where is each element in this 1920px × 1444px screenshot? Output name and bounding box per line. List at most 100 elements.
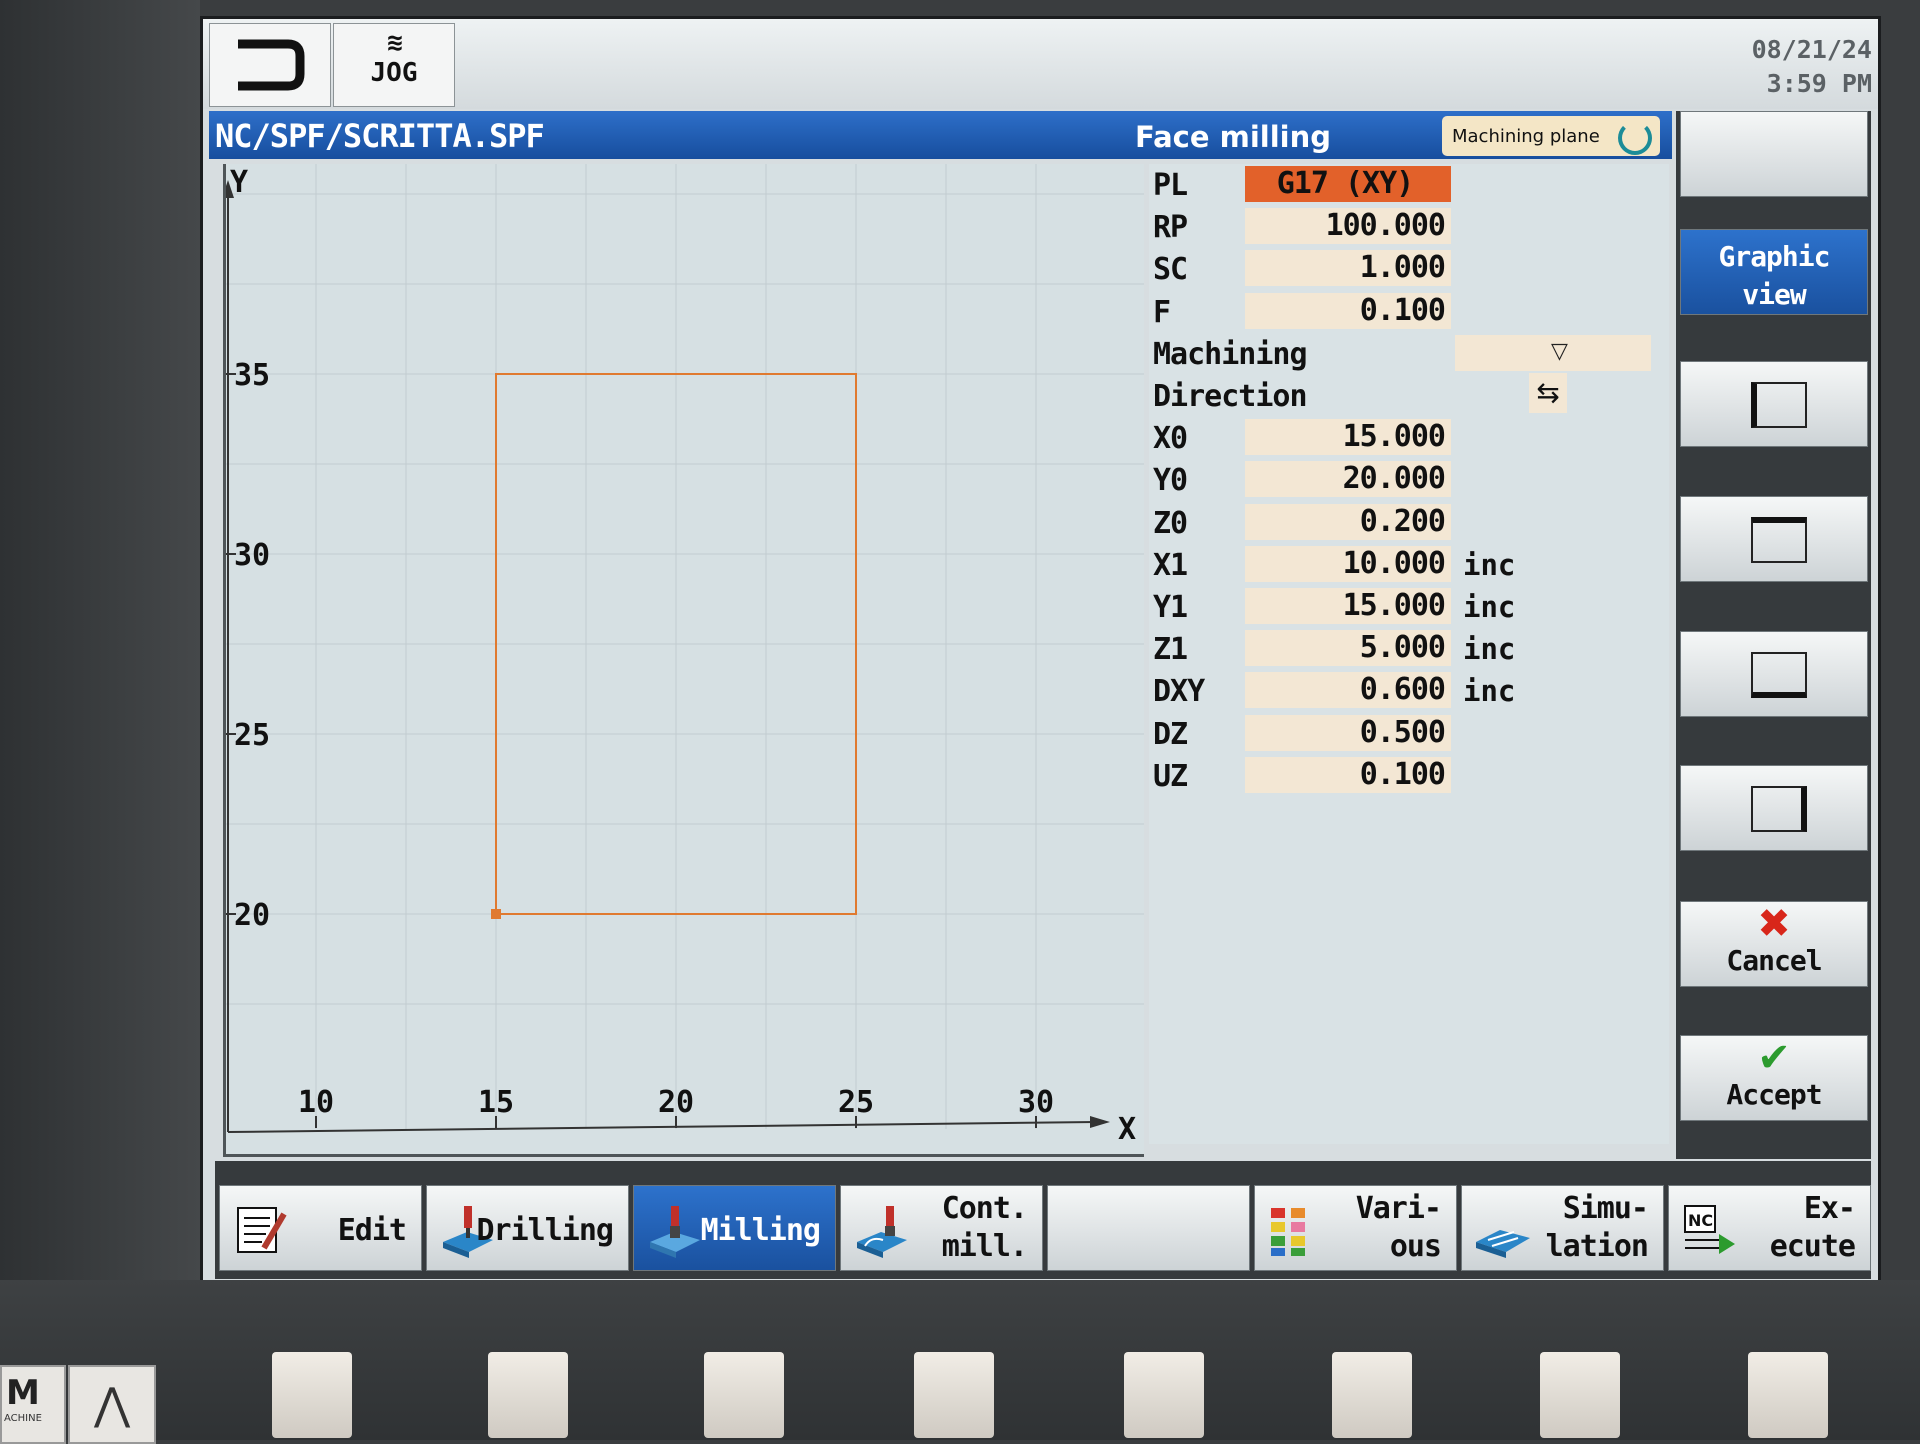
various-button[interactable]: Vari- ous xyxy=(1254,1185,1457,1271)
hardware-softkey-2[interactable] xyxy=(488,1352,568,1438)
hardware-softkey-4[interactable] xyxy=(914,1352,994,1438)
machining-plane-button[interactable]: Machining plane xyxy=(1442,116,1660,156)
param-row-sc: SC 1.000 xyxy=(1149,248,1669,288)
view-right-button[interactable] xyxy=(1680,765,1868,851)
param-name: RP xyxy=(1153,210,1188,246)
program-path: NC/SPF/SCRITTA.SPF xyxy=(215,117,545,155)
horizontal-softkey-bar: Edit Drilling Milling Cont. mill. Vari- … xyxy=(215,1161,1871,1279)
direction-toggle-icon[interactable]: ⇆ xyxy=(1529,373,1567,413)
start-point-marker xyxy=(491,909,501,919)
cancel-button[interactable]: ✖ Cancel xyxy=(1680,901,1868,987)
x-axis-label: X xyxy=(1118,1112,1136,1147)
param-row-y1: Y1 15.000 inc xyxy=(1149,586,1669,626)
param-name: DXY xyxy=(1153,674,1205,710)
param-value-field[interactable]: 10.000 xyxy=(1245,545,1451,582)
param-name: Z1 xyxy=(1153,632,1188,668)
view-bottom-icon xyxy=(1751,652,1807,698)
param-name: X1 xyxy=(1153,547,1188,583)
hardware-softkey-3[interactable] xyxy=(704,1352,784,1438)
monitor-bezel-left xyxy=(0,0,200,1440)
x-tick-label: 15 xyxy=(478,1085,514,1120)
machine-key[interactable]: M ACHINE xyxy=(0,1365,66,1444)
machining-dropdown[interactable]: ▽ xyxy=(1455,334,1651,371)
param-value-field[interactable]: 20.000 xyxy=(1245,461,1451,498)
param-value-field[interactable]: 0.600 xyxy=(1245,672,1451,709)
simulation-button[interactable]: Simu- lation xyxy=(1461,1185,1664,1271)
param-row-pl: PL G17 (XY) xyxy=(1149,164,1669,204)
view-right-icon xyxy=(1751,786,1807,832)
param-row-uz: UZ 0.100 xyxy=(1149,755,1669,795)
param-row-z0: Z0 0.200 xyxy=(1149,502,1669,542)
param-name: SC xyxy=(1153,252,1188,288)
param-name: DZ xyxy=(1153,716,1188,752)
param-name: Direction xyxy=(1153,379,1308,414)
hardware-softkey-5[interactable] xyxy=(1124,1352,1204,1438)
jog-mode-icon[interactable]: ≋ JOG xyxy=(333,23,455,107)
milling-button[interactable]: Milling xyxy=(633,1185,836,1271)
accept-label: Accept xyxy=(1726,1078,1822,1111)
vsoftkey-1-empty[interactable] xyxy=(1680,111,1868,197)
cancel-x-icon: ✖ xyxy=(1757,901,1791,947)
x-tick-label: 10 xyxy=(298,1085,334,1120)
cycle-title: Face milling xyxy=(1135,120,1332,154)
param-name: Z0 xyxy=(1153,505,1188,541)
param-value-field[interactable]: 0.100 xyxy=(1245,292,1451,329)
param-value-field[interactable]: 0.200 xyxy=(1245,503,1451,540)
param-row-f: F 0.100 xyxy=(1149,291,1669,331)
execute-button[interactable]: NC Ex- ecute xyxy=(1668,1185,1871,1271)
contour-milling-button[interactable]: Cont. mill. xyxy=(840,1185,1043,1271)
drilling-button[interactable]: Drilling xyxy=(426,1185,629,1271)
machine-key-sublabel: ACHINE xyxy=(4,1413,42,1424)
param-value-field[interactable]: 100.000 xyxy=(1245,208,1451,245)
machining-plane-label: Machining plane xyxy=(1452,126,1600,147)
graphic-view: X Y 10 15 20 25 30 35 30 25 20 xyxy=(223,164,1144,1157)
cancel-label: Cancel xyxy=(1726,944,1822,977)
edit-button[interactable]: Edit xyxy=(219,1185,422,1271)
jog-wave-icon: ≋ xyxy=(387,28,403,58)
drilling-label: Drilling xyxy=(476,1213,615,1248)
graphic-view-button[interactable]: Graphic view xyxy=(1680,229,1868,315)
y-tick-label: 30 xyxy=(234,538,270,573)
jog-mode-label: JOG xyxy=(370,58,418,88)
param-unit: inc xyxy=(1463,547,1516,582)
rotate-icon xyxy=(1618,121,1652,155)
up-arrow-icon: ⋀ xyxy=(93,1379,131,1430)
vertical-softkey-bar: Graphic view ✖ Cancel ✔ Accept xyxy=(1676,111,1871,1159)
hardware-softkey-7[interactable] xyxy=(1540,1352,1620,1438)
view-left-button[interactable] xyxy=(1680,361,1868,447)
view-top-button[interactable] xyxy=(1680,496,1868,582)
y-tick-label: 25 xyxy=(234,718,270,753)
x-axis-arrow xyxy=(1090,1116,1110,1128)
hmi-screen: ≋ JOG 08/21/24 3:59 PM NC/SPF/SCRITTA.SP… xyxy=(200,16,1881,1290)
dropdown-arrow-icon: ▽ xyxy=(1551,338,1568,364)
param-value-field[interactable]: 5.000 xyxy=(1245,630,1451,667)
param-value-field[interactable]: 15.000 xyxy=(1245,588,1451,624)
hardware-softkey-1[interactable] xyxy=(272,1352,352,1438)
y-tick-label: 35 xyxy=(234,358,270,393)
param-row-machining: Machining ▽ xyxy=(1149,333,1669,373)
param-value-field[interactable]: G17 (XY) xyxy=(1245,166,1451,202)
header-bar: ≋ JOG 08/21/24 3:59 PM xyxy=(203,19,1878,109)
param-value-field[interactable]: 0.500 xyxy=(1245,714,1451,751)
param-name: UZ xyxy=(1153,758,1188,794)
program-manager-icon[interactable] xyxy=(209,23,331,107)
contour-milling-label: Cont. mill. xyxy=(941,1191,1028,1264)
view-left-icon xyxy=(1751,382,1807,428)
hardware-softkey-6[interactable] xyxy=(1332,1352,1412,1438)
param-value-field[interactable]: 0.100 xyxy=(1245,756,1451,793)
param-value-field[interactable]: 15.000 xyxy=(1245,419,1451,456)
view-bottom-button[interactable] xyxy=(1680,631,1868,717)
param-name: X0 xyxy=(1153,421,1188,457)
param-row-direction: Direction ⇆ xyxy=(1149,373,1669,415)
hardware-softkey-8[interactable] xyxy=(1748,1352,1828,1438)
hsoftkey-5-empty[interactable] xyxy=(1047,1185,1250,1271)
graphic-view-label: Graphic view xyxy=(1718,240,1830,311)
param-unit: inc xyxy=(1463,674,1516,709)
param-row-x0: X0 15.000 xyxy=(1149,417,1669,457)
various-label: Vari- ous xyxy=(1355,1191,1442,1264)
y-tick-label: 20 xyxy=(234,898,270,933)
param-value-field[interactable]: 1.000 xyxy=(1245,250,1451,287)
up-arrow-key[interactable]: ⋀ xyxy=(68,1365,156,1444)
accept-button[interactable]: ✔ Accept xyxy=(1680,1035,1868,1121)
param-name: PL xyxy=(1153,168,1188,203)
